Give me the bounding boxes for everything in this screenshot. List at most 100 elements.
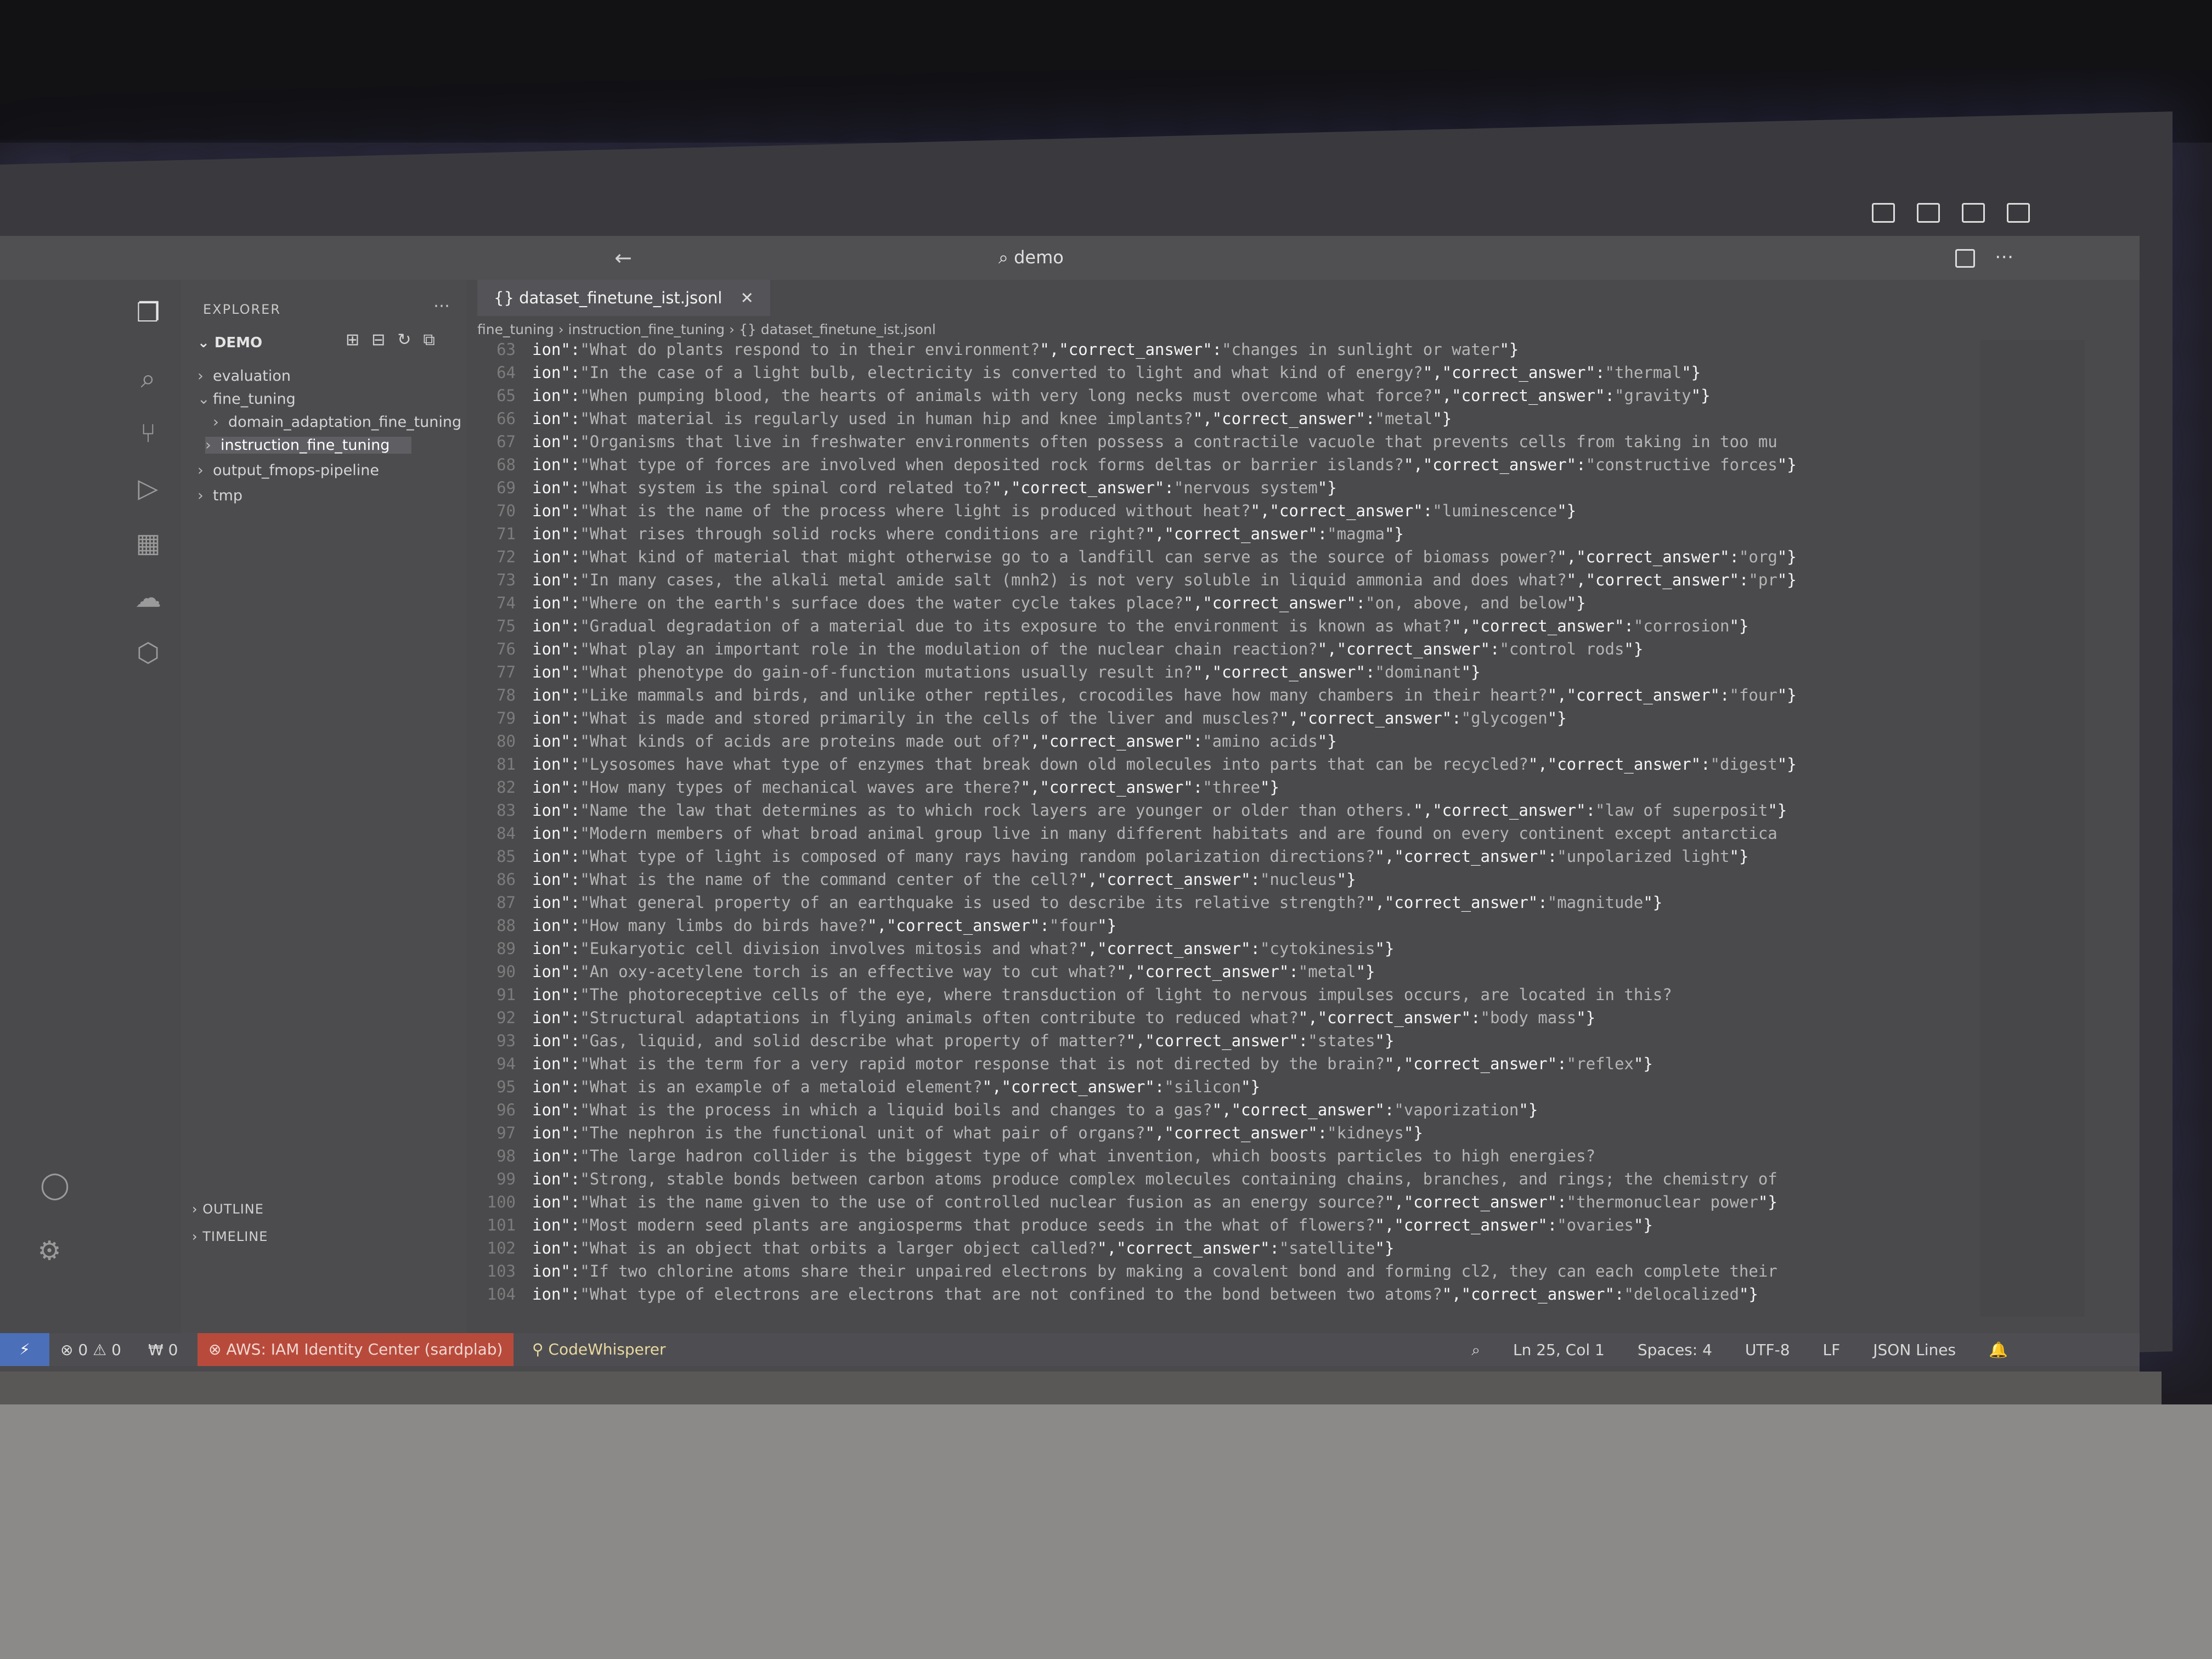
explorer-icon[interactable]: ❐ [132,296,165,329]
code-line[interactable]: 78 ion":"Like mammals and birds, and unli… [466,686,1797,709]
answer-text: unpolarized light [1566,847,1730,866]
settings-gear-icon[interactable]: ⚙ [33,1234,66,1267]
ports-indicator[interactable]: ₩ 0 [148,1341,178,1359]
tree-item-instruction-fine-tuning[interactable]: › instruction_fine_tuning [205,437,412,454]
remote-explorer-icon[interactable]: ☁ [132,582,165,614]
sidebar-more-icon[interactable]: ⋯ [433,296,450,315]
code-line[interactable]: 84 ion":"Modern members of what broad ani… [466,824,1778,847]
code-line[interactable]: 99 ion":"Strong, stable bonds between car… [466,1170,1778,1193]
code-line[interactable]: 75 ion":"Gradual degradation of a materia… [466,617,1748,640]
tree-item-fine-tuning[interactable]: ⌄ fine_tuning [198,391,296,408]
code-line[interactable]: 95 ion":"What is an example of a metaloid… [466,1077,1260,1101]
run-debug-icon[interactable]: ▷ [132,472,165,505]
zoom-icon[interactable]: ⌕ [1471,1341,1480,1359]
code-line[interactable]: 66 ion":"What material is regularly used … [466,409,1452,432]
answer-text: gravity [1624,386,1691,405]
code-line[interactable]: 92 ion":"Structural adaptations in flying… [466,1008,1595,1031]
timeline-section[interactable]: › TIMELINE [192,1229,268,1244]
breadcrumb-item[interactable]: dataset_finetune_ist.jsonl [761,321,936,337]
account-icon[interactable]: ◯ [38,1169,71,1201]
new-folder-icon[interactable]: ⊟ [371,330,385,349]
back-arrow-icon[interactable]: ← [614,246,632,270]
refresh-icon[interactable]: ↻ [397,330,411,349]
notifications-bell-icon[interactable]: 🔔 [1989,1341,2008,1359]
code-line[interactable]: 65 ion":"When pumping blood, the hearts o… [466,386,1710,409]
encoding[interactable]: UTF-8 [1745,1341,1790,1359]
search-icon[interactable]: ⌕ [132,362,165,395]
new-file-icon[interactable]: ⊞ [346,330,359,349]
json-key: ion": [532,432,580,451]
code-line[interactable]: 91 ion":"The photoreceptive cells of the … [466,985,1672,1008]
minimap[interactable] [1980,340,2085,1317]
breadcrumb-item[interactable]: fine_tuning [477,321,554,337]
code-line[interactable]: 98 ion":"The large hadron collider is the… [466,1147,1595,1170]
toggle-secondary-sidebar-icon[interactable] [1962,203,1985,223]
code-line[interactable]: 70 ion":"What is the name of the process … [466,501,1576,524]
code-line[interactable]: 83 ion":"Name the law that determines as … [466,801,1787,824]
code-line[interactable]: 86 ion":"What is the name of the command … [466,870,1356,893]
code-line[interactable]: 73 ion":"In many cases, the alkali metal … [466,571,1797,594]
problems-indicator[interactable]: ⊗ 0 ⚠ 0 [60,1341,121,1359]
line-ending[interactable]: LF [1823,1341,1841,1359]
code-line[interactable]: 80 ion":"What kinds of acids are proteins… [466,732,1337,755]
collapse-all-icon[interactable]: ⧉ [423,330,435,349]
close-icon[interactable]: ✕ [741,289,754,307]
breadcrumb-item[interactable]: instruction_fine_tuning [568,321,725,337]
code-line[interactable]: 89 ion":"Eukaryotic cell division involve… [466,939,1394,962]
aws-connection-status[interactable]: ⊗ AWS: IAM Identity Center (sardplab) [198,1333,514,1366]
code-line[interactable]: 81 ion":"Lysosomes have what type of enzy… [466,755,1797,778]
outline-section[interactable]: › OUTLINE [192,1201,264,1217]
aws-toolkit-icon[interactable]: ⬡ [132,636,165,669]
code-line[interactable]: 76 ion":"What play an important role in t… [466,640,1643,663]
tree-item-output-fmops[interactable]: › output_fmops-pipeline [198,462,379,479]
code-line[interactable]: 94 ion":"What is the term for a very rapi… [466,1054,1653,1077]
code-line[interactable]: 101 ion":"Most modern seed plants are ang… [466,1216,1653,1239]
command-center[interactable]: ⌕ demo [998,247,1064,268]
code-line[interactable]: 97 ion":"The nephron is the functional un… [466,1124,1423,1147]
code-line[interactable]: 96 ion":"What is the process in which a l… [466,1101,1538,1124]
code-line[interactable]: 102 ion":"What is an object that orbits a… [466,1239,1395,1262]
tab-dataset-file[interactable]: {} dataset_finetune_ist.jsonl ✕ [477,280,770,316]
codewhisperer-status[interactable]: ⚲ CodeWhisperer [521,1333,677,1366]
code-line[interactable]: 67 ion":"Organisms that live in freshwate… [466,432,1778,455]
workspace-root[interactable]: ⌄ DEMO [198,335,262,351]
tree-item-tmp[interactable]: › tmp [198,487,242,504]
code-line[interactable]: 104 ion":"What type of electrons are elec… [466,1285,1758,1308]
customize-layout-icon[interactable] [2007,203,2030,223]
code-line[interactable]: 90 ion":"An oxy-acetylene torch is an eff… [466,962,1375,985]
json-key: ","correct_answer": [1413,801,1596,820]
answer-text: constructive forces [1595,455,1778,474]
tree-item-evaluation[interactable]: › evaluation [198,368,291,385]
tree-item-domain-adaptation[interactable]: › domain_adaptation_fine_tuning [213,414,461,431]
code-editor[interactable]: 63 ion":"What do plants respond to in the… [466,340,1980,1317]
code-line[interactable]: 82 ion":"How many types of mechanical wav… [466,778,1279,801]
code-line[interactable]: 63 ion":"What do plants respond to in the… [466,340,1519,363]
language-mode[interactable]: JSON Lines [1873,1341,1956,1359]
cursor-position[interactable]: Ln 25, Col 1 [1513,1341,1605,1359]
code-line[interactable]: 64 ion":"In the case of a light bulb, ele… [466,363,1701,386]
code-line[interactable]: 85 ion":"What type of light is composed o… [466,847,1748,870]
code-line[interactable]: 79 ion":"What is made and stored primaril… [466,709,1567,732]
code-line[interactable]: 69 ion":"What system is the spinal cord r… [466,478,1337,501]
remote-indicator-icon[interactable]: ⚡ [0,1333,49,1366]
json-key: ion": [532,1101,580,1119]
indentation[interactable]: Spaces: 4 [1638,1341,1712,1359]
code-line[interactable]: 72 ion":"What kind of material that might… [466,548,1797,571]
more-actions-icon[interactable]: ⋯ [1995,246,2013,268]
toggle-panel-icon[interactable] [1917,203,1940,223]
extensions-icon[interactable]: ▦ [132,527,165,560]
code-line[interactable]: 68 ion":"What type of forces are involved… [466,455,1797,478]
code-line[interactable]: 93 ion":"Gas, liquid, and solid describe … [466,1031,1394,1054]
code-line[interactable]: 71 ion":"What rises through solid rocks w… [466,524,1404,548]
code-line[interactable]: 77 ion":"What phenotype do gain-of-functi… [466,663,1480,686]
split-editor-icon[interactable] [1955,249,1975,268]
code-line[interactable]: 103 ion":"If two chlorine atoms share the… [466,1262,1778,1285]
code-line[interactable]: 100 ion":"What is the name given to the u… [466,1193,1778,1216]
source-control-icon[interactable]: ⑂ [132,417,165,450]
code-line[interactable]: 74 ion":"Where on the earth's surface doe… [466,594,1586,617]
json-close: "} [1384,524,1404,543]
code-line[interactable]: 87 ion":"What general property of an eart… [466,893,1662,916]
json-close: "} [1317,478,1337,497]
toggle-sidebar-icon[interactable] [1872,203,1895,223]
code-line[interactable]: 88 ion":"How many limbs do birds have?","… [466,916,1116,939]
